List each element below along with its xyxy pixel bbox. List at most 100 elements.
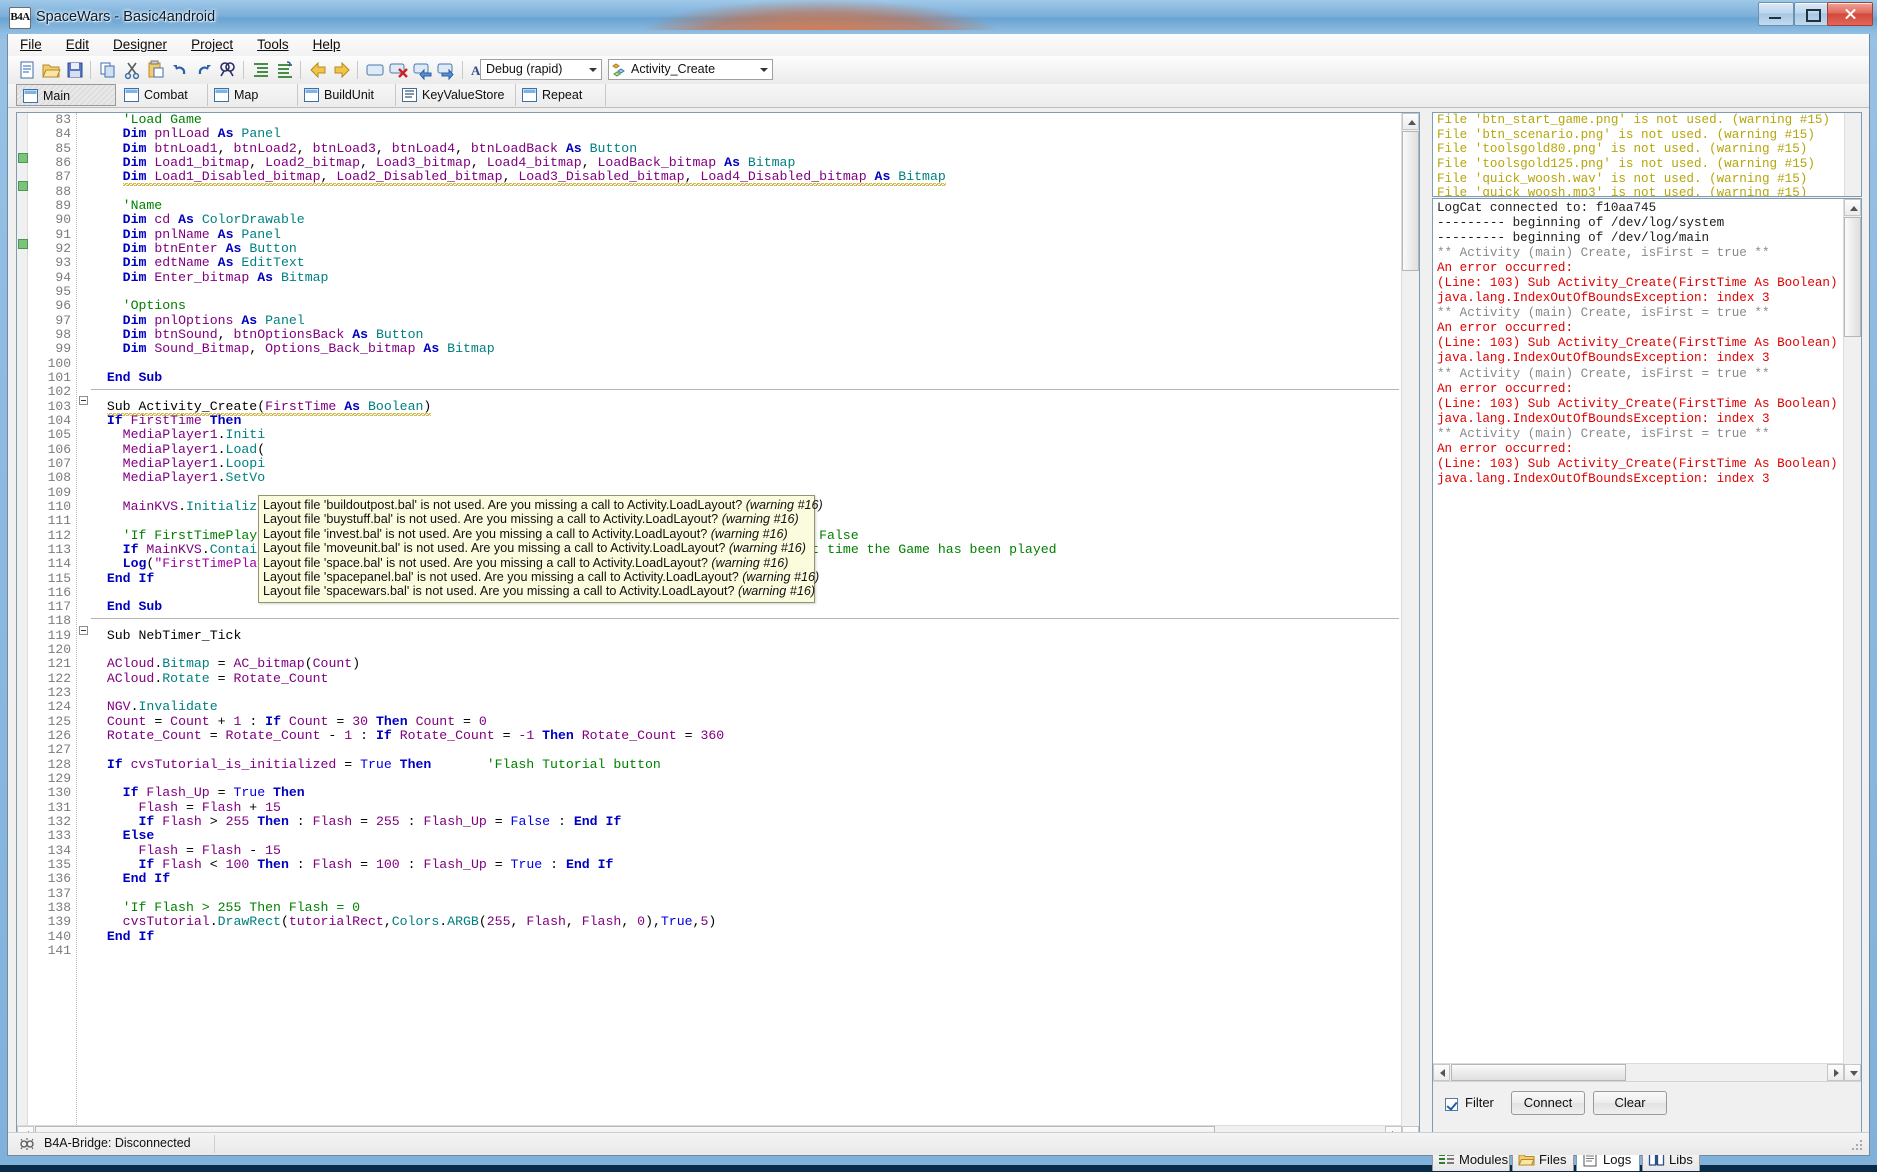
code-line[interactable]: Dim btnEnter As Button bbox=[91, 242, 1401, 256]
logcat-horizontal-scrollbar[interactable] bbox=[1433, 1063, 1844, 1081]
code-line[interactable]: Sub NebTimer_Tick bbox=[91, 629, 1401, 643]
menu-designer[interactable]: Designer bbox=[101, 34, 179, 56]
connect-button[interactable]: Connect bbox=[1511, 1091, 1585, 1115]
navigate-forward-icon[interactable] bbox=[331, 59, 353, 81]
step-over-icon[interactable] bbox=[436, 59, 458, 81]
code-line[interactable]: Dim btnSound, btnOptionsBack As Button bbox=[91, 328, 1401, 342]
find-icon[interactable] bbox=[217, 59, 239, 81]
logcat-vertical-scrollbar[interactable] bbox=[1843, 199, 1861, 1081]
menu-edit[interactable]: Edit bbox=[54, 34, 101, 56]
logcat-panel[interactable]: LogCat connected to: f10aa745--------- b… bbox=[1432, 198, 1862, 1140]
code-line[interactable] bbox=[91, 743, 1401, 757]
code-line[interactable]: Dim cd As ColorDrawable bbox=[91, 213, 1401, 227]
code-line[interactable]: End Sub bbox=[91, 371, 1401, 385]
code-line[interactable] bbox=[91, 357, 1401, 371]
fold-toggle[interactable] bbox=[79, 626, 88, 635]
code-line[interactable]: Dim edtName As EditText bbox=[91, 256, 1401, 270]
code-line[interactable]: If Flash > 255 Then : Flash = 255 : Flas… bbox=[91, 815, 1401, 829]
scroll-up-button[interactable] bbox=[1402, 113, 1419, 130]
code-line[interactable] bbox=[91, 686, 1401, 700]
code-line[interactable]: 'Load Game bbox=[91, 113, 1401, 127]
code-line[interactable]: Dim Load1_Disabled_bitmap, Load2_Disable… bbox=[91, 170, 1401, 184]
menu-project[interactable]: Project bbox=[179, 34, 245, 56]
scroll-up-button[interactable] bbox=[1844, 199, 1861, 216]
menu-help[interactable]: Help bbox=[301, 34, 353, 56]
code-line[interactable]: End If bbox=[91, 872, 1401, 886]
code-line[interactable]: Dim Enter_bitmap As Bitmap bbox=[91, 271, 1401, 285]
code-line[interactable]: Count = Count + 1 : If Count = 30 Then C… bbox=[91, 715, 1401, 729]
code-line[interactable] bbox=[91, 944, 1401, 958]
code-line[interactable]: Else bbox=[91, 829, 1401, 843]
code-line[interactable]: Sub Activity_Create(FirstTime As Boolean… bbox=[91, 400, 1401, 414]
close-button[interactable] bbox=[1827, 2, 1873, 26]
breakpoint-icon[interactable] bbox=[364, 59, 386, 81]
code-editor[interactable]: 8384858687888990919293949596979899100101… bbox=[16, 112, 1420, 1144]
scroll-thumb[interactable] bbox=[1402, 131, 1419, 271]
warnings-scrollbar[interactable] bbox=[1844, 113, 1861, 196]
module-tab-repeat[interactable]: Repeat bbox=[516, 84, 606, 106]
code-line[interactable]: If cvsTutorial_is_initialized = True The… bbox=[91, 758, 1401, 772]
code-line[interactable] bbox=[91, 385, 1401, 399]
clear-button[interactable]: Clear bbox=[1593, 1091, 1667, 1115]
sub-selector-dropdown[interactable]: Activity_Create bbox=[608, 59, 773, 80]
filter-checkbox[interactable] bbox=[1445, 1098, 1458, 1111]
navigate-back-icon[interactable] bbox=[307, 59, 329, 81]
maximize-button[interactable] bbox=[1794, 2, 1830, 26]
code-line[interactable]: MediaPlayer1.Loopi bbox=[91, 457, 1401, 471]
editor-code-text[interactable]: 'Load Game Dim pnlLoad As Panel Dim btnL… bbox=[91, 113, 1401, 1143]
editor-fold-column[interactable] bbox=[76, 113, 91, 1143]
code-line[interactable]: Dim btnLoad1, btnLoad2, btnLoad3, btnLoa… bbox=[91, 142, 1401, 156]
menu-file[interactable]: File bbox=[8, 34, 54, 56]
open-folder-icon[interactable] bbox=[40, 59, 62, 81]
paste-icon[interactable] bbox=[145, 59, 167, 81]
warnings-list[interactable]: File 'btn_start_game.png' is not used. (… bbox=[1432, 112, 1862, 197]
code-line[interactable]: If Flash < 100 Then : Flash = 100 : Flas… bbox=[91, 858, 1401, 872]
module-tab-main[interactable]: Main bbox=[16, 84, 116, 106]
save-icon[interactable] bbox=[64, 59, 86, 81]
code-line[interactable]: Rotate_Count = Rotate_Count - 1 : If Rot… bbox=[91, 729, 1401, 743]
editor-bookmark-gutter[interactable] bbox=[17, 113, 28, 1143]
scroll-thumb-horizontal[interactable] bbox=[1451, 1064, 1626, 1081]
scroll-down-button[interactable] bbox=[1844, 1064, 1861, 1081]
code-line[interactable]: End If bbox=[91, 930, 1401, 944]
cut-icon[interactable] bbox=[121, 59, 143, 81]
build-configuration-dropdown[interactable]: Debug (rapid) bbox=[480, 59, 602, 80]
code-line[interactable]: Flash = Flash + 15 bbox=[91, 801, 1401, 815]
code-line[interactable]: Dim Load1_bitmap, Load2_bitmap, Load3_bi… bbox=[91, 156, 1401, 170]
menu-tools[interactable]: Tools bbox=[245, 34, 301, 56]
module-tab-buildunit[interactable]: BuildUnit bbox=[298, 84, 396, 106]
new-file-icon[interactable] bbox=[16, 59, 38, 81]
code-line[interactable]: MediaPlayer1.Load( bbox=[91, 443, 1401, 457]
code-line[interactable]: ACloud.Rotate = Rotate_Count bbox=[91, 672, 1401, 686]
outdent-block-icon[interactable] bbox=[274, 59, 296, 81]
code-line[interactable]: If Flash_Up = True Then bbox=[91, 786, 1401, 800]
code-line[interactable] bbox=[91, 185, 1401, 199]
scroll-right-button[interactable] bbox=[1827, 1064, 1844, 1081]
copy-icon[interactable] bbox=[97, 59, 119, 81]
redo-icon[interactable] bbox=[193, 59, 215, 81]
code-line[interactable]: If FirstTime Then bbox=[91, 414, 1401, 428]
code-line[interactable] bbox=[91, 887, 1401, 901]
code-line[interactable] bbox=[91, 285, 1401, 299]
code-line[interactable]: Dim pnlLoad As Panel bbox=[91, 127, 1401, 141]
step-into-icon[interactable] bbox=[412, 59, 434, 81]
minimize-button[interactable] bbox=[1758, 2, 1794, 26]
code-line[interactable] bbox=[91, 614, 1401, 628]
indent-block-icon[interactable] bbox=[250, 59, 272, 81]
module-tab-combat[interactable]: Combat bbox=[118, 84, 208, 106]
fold-toggle[interactable] bbox=[79, 396, 88, 405]
code-line[interactable]: MediaPlayer1.SetVo bbox=[91, 471, 1401, 485]
code-line[interactable]: Dim Sound_Bitmap, Options_Back_bitmap As… bbox=[91, 342, 1401, 356]
code-line[interactable] bbox=[91, 772, 1401, 786]
bookmark-marker[interactable] bbox=[18, 153, 28, 163]
undo-icon[interactable] bbox=[169, 59, 191, 81]
editor-vertical-scrollbar[interactable] bbox=[1401, 113, 1419, 1143]
scroll-thumb[interactable] bbox=[1844, 217, 1861, 337]
module-tab-keyvaluestore[interactable]: KeyValueStore bbox=[396, 84, 516, 106]
scroll-left-button[interactable] bbox=[1433, 1064, 1450, 1081]
remove-breakpoints-icon[interactable] bbox=[388, 59, 410, 81]
code-line[interactable]: Dim pnlOptions As Panel bbox=[91, 314, 1401, 328]
code-line[interactable]: MediaPlayer1.Initi bbox=[91, 428, 1401, 442]
code-line[interactable]: ACloud.Bitmap = AC_bitmap(Count) bbox=[91, 657, 1401, 671]
bookmark-marker[interactable] bbox=[18, 181, 28, 191]
